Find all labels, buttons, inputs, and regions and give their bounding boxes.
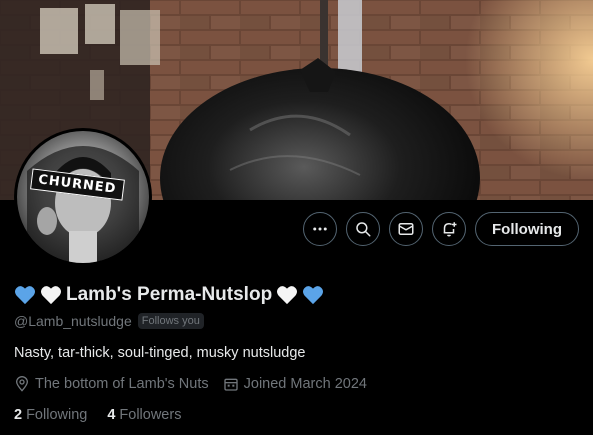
profile-page: CHURNED Following Lamb's Perma-Nutslop @… bbox=[0, 0, 593, 435]
display-name-row: Lamb's Perma-Nutslop bbox=[14, 284, 324, 306]
white-heart-icon bbox=[41, 286, 61, 305]
avatar-image: CHURNED bbox=[17, 131, 149, 263]
user-handle: @Lamb_nutsludge bbox=[14, 313, 132, 329]
notify-button[interactable] bbox=[432, 212, 467, 246]
calendar-icon bbox=[223, 378, 238, 391]
more-icon bbox=[313, 227, 327, 231]
following-stat[interactable]: 2 Following bbox=[14, 407, 87, 423]
envelope-icon bbox=[398, 223, 414, 235]
display-name: Lamb's Perma-Nutslop bbox=[66, 284, 273, 305]
joined-text: Joined March 2024 bbox=[243, 376, 367, 392]
blue-heart-icon bbox=[15, 286, 35, 305]
location-text: The bottom of Lamb's Nuts bbox=[35, 376, 209, 392]
following-count: 2 bbox=[14, 407, 23, 423]
location-pin-icon bbox=[15, 376, 29, 392]
search-button[interactable] bbox=[346, 212, 381, 246]
profile-bio: Nasty, tar-thick, soul-tinged, musky nut… bbox=[14, 345, 306, 361]
white-heart-icon bbox=[277, 286, 298, 305]
blue-heart-icon bbox=[303, 286, 324, 305]
search-icon bbox=[356, 222, 371, 237]
joined-item: Joined March 2024 bbox=[223, 376, 367, 392]
profile-meta: The bottom of Lamb's Nuts Joined March 2… bbox=[14, 376, 367, 392]
follows-you-badge: Follows you bbox=[137, 313, 204, 329]
profile-actions: Following bbox=[303, 212, 579, 246]
more-button[interactable] bbox=[303, 212, 338, 246]
followers-label: Followers bbox=[119, 407, 182, 423]
bell-plus-icon bbox=[443, 222, 457, 237]
following-button[interactable]: Following bbox=[475, 212, 579, 246]
followers-stat[interactable]: 4 Followers bbox=[107, 407, 181, 423]
handle-row: @Lamb_nutsludge Follows you bbox=[14, 313, 204, 329]
message-button[interactable] bbox=[389, 212, 424, 246]
followers-count: 4 bbox=[107, 407, 116, 423]
profile-avatar[interactable]: CHURNED bbox=[14, 128, 152, 266]
avatar-portrait bbox=[27, 146, 139, 263]
following-label: Following bbox=[26, 407, 88, 423]
location-item: The bottom of Lamb's Nuts bbox=[14, 376, 209, 392]
follow-stats: 2 Following 4 Followers bbox=[14, 407, 181, 423]
